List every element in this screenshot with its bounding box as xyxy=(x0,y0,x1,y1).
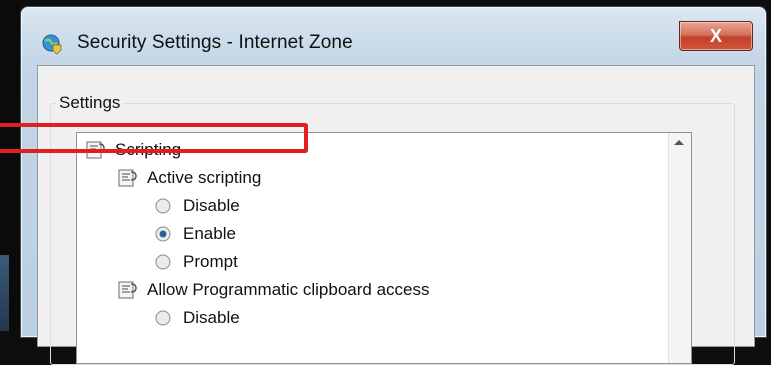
vertical-scrollbar[interactable] xyxy=(668,133,691,363)
settings-tree-list[interactable]: Scripting Active scripting Disable Enabl… xyxy=(76,132,692,364)
window-title: Security Settings - Internet Zone xyxy=(77,32,353,53)
radio-label: Enable xyxy=(183,224,236,243)
close-button[interactable]: X xyxy=(679,21,753,51)
tree-item-label: Active scripting xyxy=(147,168,262,187)
radio-unchecked-icon[interactable] xyxy=(155,254,171,270)
radio-option-enable[interactable]: Enable xyxy=(155,221,236,247)
radio-checked-icon[interactable] xyxy=(155,226,171,242)
desktop-background xyxy=(0,0,20,331)
script-doc-icon xyxy=(117,280,139,300)
radio-label: Disable xyxy=(183,196,240,215)
highlight-annotation-box xyxy=(0,123,308,153)
tree-setting-active-scripting[interactable]: Active scripting xyxy=(117,165,261,191)
security-settings-window: Security Settings - Internet Zone X Sett… xyxy=(20,6,767,365)
desktop-strip xyxy=(0,255,9,331)
radio-option-prompt[interactable]: Prompt xyxy=(155,249,238,275)
close-icon: X xyxy=(709,25,722,46)
globe-shield-icon xyxy=(41,33,63,55)
radio-option-disable[interactable]: Disable xyxy=(155,193,240,219)
radio-unchecked-icon[interactable] xyxy=(155,198,171,214)
radio-label: Disable xyxy=(183,308,240,327)
scroll-up-arrow-icon[interactable] xyxy=(674,140,684,145)
dialog-client-area: Settings Scripting Active scripting Disa… xyxy=(37,65,755,365)
tree-item-label: Allow Programmatic clipboard access xyxy=(147,280,430,299)
tree-setting-clipboard-access[interactable]: Allow Programmatic clipboard access xyxy=(117,277,430,303)
script-doc-icon xyxy=(117,168,139,188)
settings-group-label: Settings xyxy=(56,93,124,113)
radio-option-disable[interactable]: Disable xyxy=(155,305,240,331)
radio-unchecked-icon[interactable] xyxy=(155,310,171,326)
radio-label: Prompt xyxy=(183,252,238,271)
